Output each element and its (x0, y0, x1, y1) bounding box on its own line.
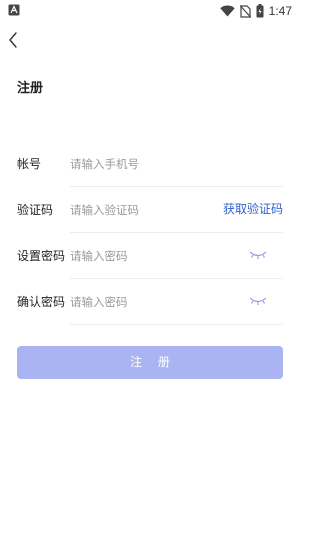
notification-a-icon (8, 4, 20, 16)
battery-icon (256, 4, 264, 18)
wifi-icon (219, 5, 235, 17)
page-title: 注册 (17, 81, 44, 96)
confirm-password-input[interactable] (70, 292, 210, 312)
status-bar: 1:47 (0, 0, 300, 22)
register-button[interactable]: 注 册 (17, 346, 283, 379)
password-row: 设置密码 (17, 233, 283, 279)
password-label: 设置密码 (17, 249, 66, 263)
eye-closed-icon[interactable] (249, 295, 267, 307)
get-code-button[interactable]: 获取验证码 (223, 201, 283, 217)
password-field (70, 233, 283, 279)
account-field (70, 141, 283, 187)
code-row: 验证码 获取验证码 (17, 187, 283, 233)
chevron-left-icon (9, 32, 17, 48)
no-sim-icon (239, 4, 251, 18)
eye-closed-icon[interactable] (249, 249, 267, 261)
confirm-password-row: 确认密码 (17, 279, 283, 325)
code-label: 验证码 (17, 203, 54, 217)
password-input[interactable] (70, 246, 210, 266)
code-field: 获取验证码 (70, 187, 283, 233)
status-time: 1:47 (268, 4, 292, 18)
phone-input[interactable] (70, 154, 210, 174)
account-label: 帐号 (17, 157, 42, 171)
account-row: 帐号 (17, 141, 283, 187)
confirm-password-label: 确认密码 (17, 295, 66, 309)
confirm-password-field (70, 279, 283, 325)
verification-code-input[interactable] (70, 200, 210, 220)
back-button[interactable] (2, 28, 24, 52)
